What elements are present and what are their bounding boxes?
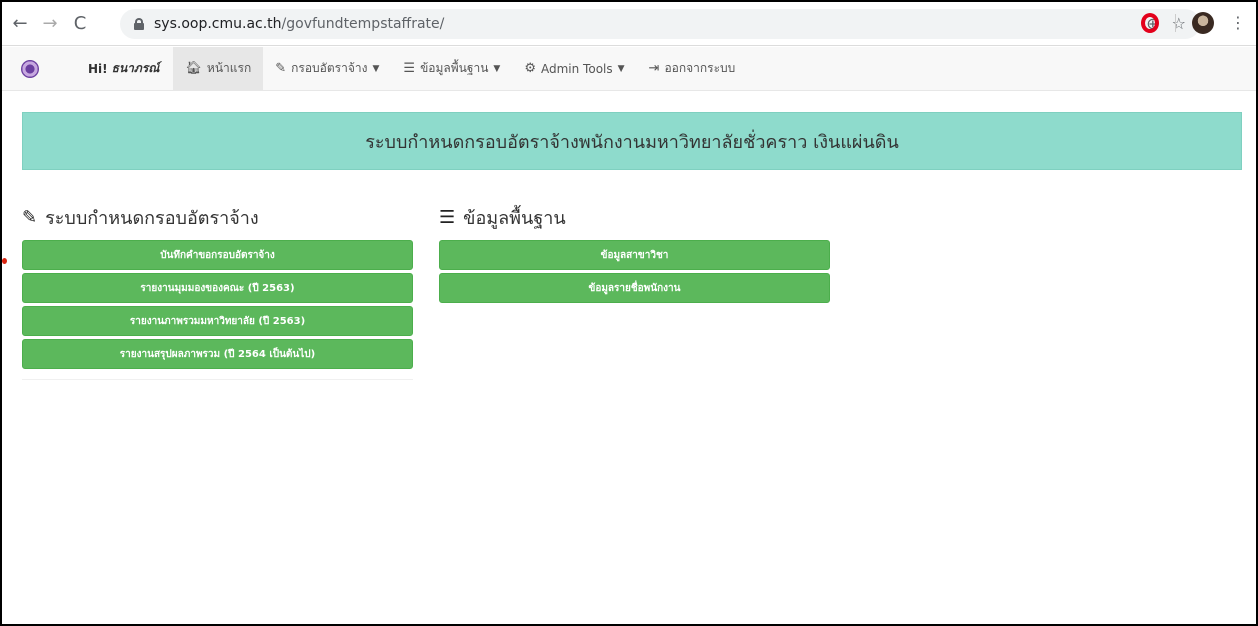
url-host: sys.oop.cmu.ac.th bbox=[154, 16, 282, 32]
subject-data-button[interactable]: ข้อมูลสาขาวิชา bbox=[439, 240, 830, 270]
page-title: ระบบกำหนดกรอบอัตราจ้างพนักงานมหาวิทยาลัย… bbox=[365, 131, 899, 153]
basic-data-section: ☰ ข้อมูลพื้นฐาน ข้อมูลสาขาวิชา ข้อมูลราย… bbox=[439, 202, 830, 306]
nav-home[interactable]: 🏠︎ หน้าแรก bbox=[173, 47, 264, 90]
annotation-marker bbox=[2, 258, 7, 264]
nav-admin-tools[interactable]: ⚙ Admin Tools ▼ bbox=[512, 47, 636, 90]
browser-menu-icon[interactable]: ⋮ bbox=[1230, 15, 1246, 31]
caret-down-icon: ▼ bbox=[493, 63, 501, 74]
record-rate-request-button[interactable]: บันทึกคำขอกรอบอัตราจ้าง bbox=[22, 240, 413, 270]
pencil-icon: ✎ bbox=[275, 61, 287, 76]
user-name: ธนาภรณ์ bbox=[111, 61, 160, 75]
nav-basic-data[interactable]: ☰ ข้อมูลพื้นฐาน ▼ bbox=[391, 47, 512, 90]
university-report-button[interactable]: รายงานภาพรวมมหาวิทยาลัย (ปี 2563) bbox=[22, 306, 413, 336]
reload-icon[interactable]: C bbox=[68, 12, 92, 36]
list-icon: ☰ bbox=[439, 206, 456, 228]
nav-home-label: หน้าแรก bbox=[206, 61, 252, 75]
screen: ← → C sys.oop.cmu.ac.th /govfundtempstaf… bbox=[0, 0, 1258, 626]
back-arrow-icon[interactable]: ← bbox=[8, 12, 32, 36]
section-heading: ✎ ระบบกำหนดกรอบอัตราจ้าง bbox=[22, 202, 413, 232]
browser-toolbar: ← → C sys.oop.cmu.ac.th /govfundtempstaf… bbox=[2, 2, 1256, 46]
faculty-report-button[interactable]: รายงานมุมมองของคณะ (ปี 2563) bbox=[22, 273, 413, 303]
section-title-text: ข้อมูลพื้นฐาน bbox=[463, 207, 566, 229]
forward-arrow-icon[interactable]: → bbox=[38, 12, 62, 36]
section-heading: ☰ ข้อมูลพื้นฐาน bbox=[439, 202, 830, 232]
url-path: /govfundtempstaffrate/ bbox=[281, 16, 445, 32]
summary-report-button[interactable]: รายงานสรุปผลภาพรวม (ปี 2564 เป็นต้นไป) bbox=[22, 339, 413, 369]
app-navbar: Hi! ธนาภรณ์ 🏠︎ หน้าแรก ✎ กรอบอัตราจ้าง ▼… bbox=[2, 47, 1256, 91]
nav-admin-tools-label: Admin Tools bbox=[541, 61, 613, 76]
rate-framework-section: ✎ ระบบกำหนดกรอบอัตราจ้าง บันทึกคำขอกรอบอ… bbox=[22, 202, 413, 372]
caret-down-icon: ▼ bbox=[617, 63, 625, 74]
employee-list-button[interactable]: ข้อมูลรายชื่อพนักงาน bbox=[439, 273, 830, 303]
section-title-text: ระบบกำหนดกรอบอัตราจ้าง bbox=[45, 207, 259, 229]
list-icon: ☰ bbox=[403, 61, 416, 76]
home-icon: 🏠︎ bbox=[185, 61, 202, 76]
nav-logout-label: ออกจากระบบ bbox=[664, 61, 736, 75]
nav-logout[interactable]: ⇥ ออกจากระบบ bbox=[637, 47, 748, 90]
greeting-hi: Hi! bbox=[88, 61, 108, 76]
nav-basic-data-label: ข้อมูลพื้นฐาน bbox=[420, 61, 489, 75]
caret-down-icon: ▼ bbox=[372, 63, 380, 74]
university-logo-icon bbox=[21, 59, 39, 78]
brand-logo[interactable] bbox=[2, 47, 58, 90]
lock-icon bbox=[134, 18, 144, 30]
address-bar[interactable]: sys.oop.cmu.ac.th /govfundtempstaffrate/… bbox=[120, 9, 1200, 39]
opera-icon[interactable] bbox=[1141, 13, 1159, 33]
profile-avatar-icon[interactable] bbox=[1192, 12, 1214, 34]
browser-extensions: ⋮ bbox=[1141, 12, 1246, 34]
logout-icon: ⇥ bbox=[648, 61, 660, 76]
section-divider bbox=[22, 379, 413, 380]
toolbar-divider bbox=[1175, 14, 1176, 32]
page-banner: ระบบกำหนดกรอบอัตราจ้างพนักงานมหาวิทยาลัย… bbox=[22, 112, 1242, 170]
nav-rate-framework[interactable]: ✎ กรอบอัตราจ้าง ▼ bbox=[263, 47, 391, 90]
gear-icon: ⚙ bbox=[524, 61, 536, 76]
user-greeting: Hi! ธนาภรณ์ bbox=[58, 47, 173, 90]
pencil-icon: ✎ bbox=[22, 206, 38, 228]
nav-rate-framework-label: กรอบอัตราจ้าง bbox=[291, 61, 368, 75]
